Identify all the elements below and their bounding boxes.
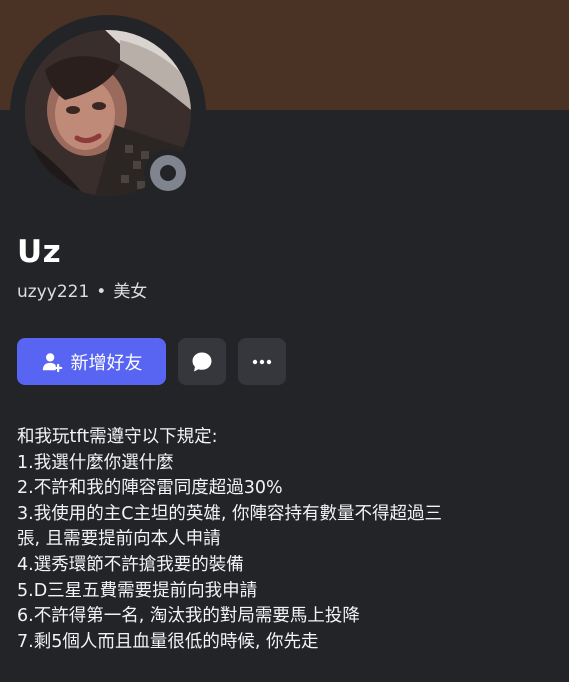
bio-line: 張, 且需要提前向本人申請 [17, 529, 221, 550]
bio-line: 7.剩5個人而且血量很低的時候, 你先走 [17, 631, 319, 652]
bio-line: 6.不許得第一名, 淘汰我的對局需要馬上投降 [17, 606, 360, 627]
chat-bubble-icon [192, 352, 212, 371]
add-user-icon [42, 352, 62, 372]
separator-dot: • [96, 282, 107, 302]
more-options-button[interactable] [238, 338, 286, 385]
offline-status-icon [150, 155, 186, 191]
username: uzyy221 [17, 282, 90, 302]
status-indicator [144, 149, 192, 197]
bio-line: 3.我使用的主C主坦的英雄, 你陣容持有數量不得超過三 [17, 503, 443, 524]
user-tag-line: uzyy221 • 美女 [17, 277, 147, 302]
bio-line: 4.選秀環節不許搶我要的裝備 [17, 554, 244, 575]
pronouns: 美女 [113, 282, 148, 302]
bio-line: 5.D三星五費需要提前向我申請 [17, 580, 258, 601]
bio-line: 2.不許和我的陣容雷同度超過30% [17, 478, 283, 499]
message-button[interactable] [178, 338, 226, 385]
add-friend-label: 新增好友 [70, 352, 143, 374]
bio-line: 和我玩tft需遵守以下規定: [17, 427, 218, 447]
bio-line: 1.我選什麼你選什麼 [17, 452, 174, 473]
add-friend-button[interactable]: 新增好友 [17, 338, 166, 385]
about-me-bio: 和我玩tft需遵守以下規定: 1.我選什麼你選什麼 2.不許和我的陣容雷同度超過… [17, 425, 552, 655]
display-name: Uz [17, 234, 62, 270]
avatar-container[interactable] [10, 15, 206, 211]
ellipsis-icon [252, 359, 272, 364]
